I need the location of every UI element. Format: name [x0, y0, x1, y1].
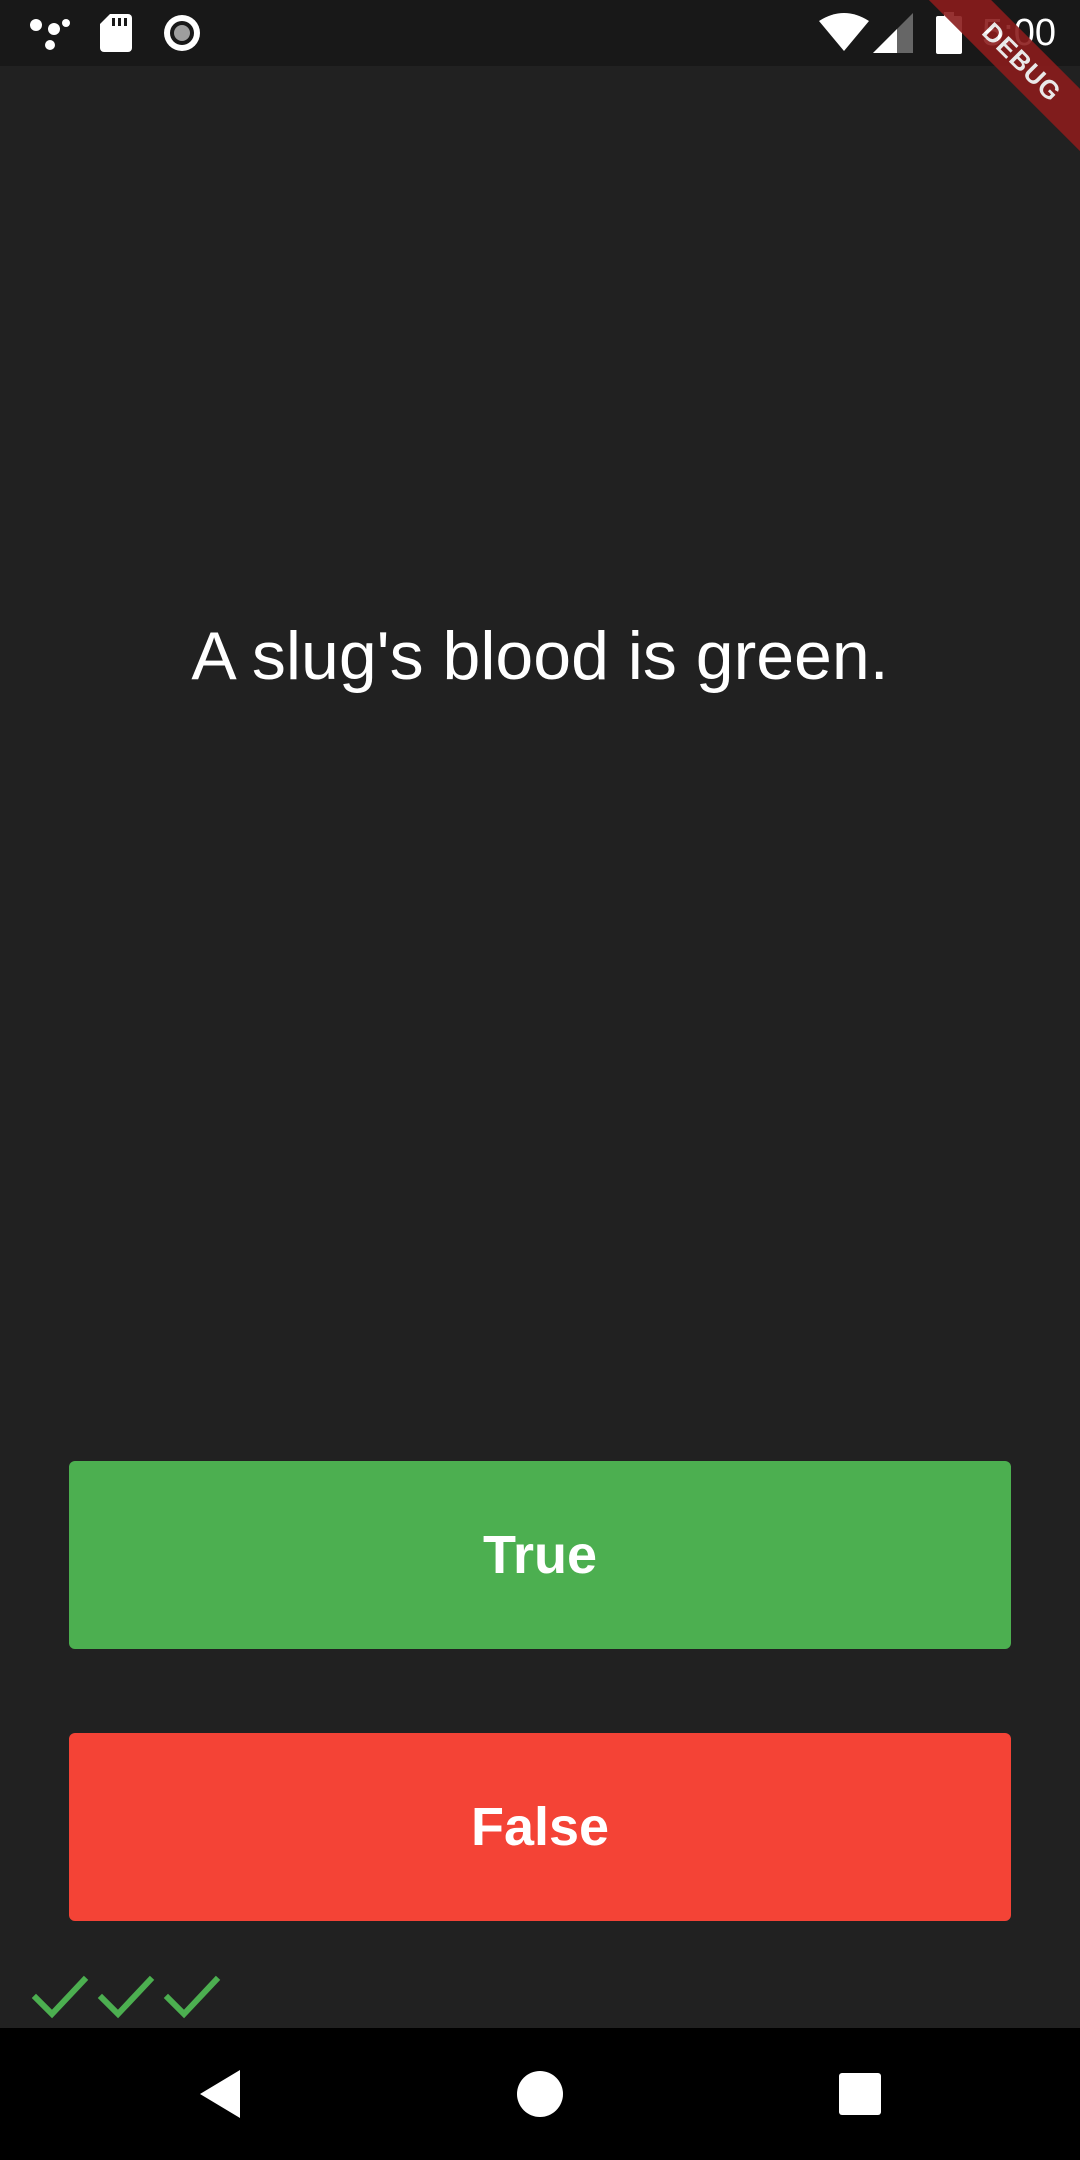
- back-icon[interactable]: [180, 2054, 260, 2134]
- score-keeper: [30, 1968, 222, 2024]
- status-time: 5:00: [982, 12, 1056, 54]
- true-button-label: True: [482, 1525, 598, 1585]
- wifi-icon: [818, 0, 870, 66]
- home-icon[interactable]: [500, 2054, 580, 2134]
- question-area: A slug's blood is green.: [0, 66, 1080, 1416]
- navigation-bar: [0, 2028, 1080, 2160]
- true-button[interactable]: True: [69, 1461, 1011, 1649]
- question-text: A slug's blood is green.: [191, 618, 889, 694]
- check-icon: [97, 1975, 155, 2019]
- false-button-label: False: [470, 1797, 610, 1857]
- assistant-dots-icon: [26, 0, 74, 66]
- status-bar: 5:00: [0, 0, 1080, 66]
- record-icon: [160, 0, 204, 66]
- cell-signal-icon: [872, 0, 914, 66]
- check-icon: [31, 1975, 89, 2019]
- battery-icon: [934, 0, 964, 66]
- recents-icon[interactable]: [820, 2054, 900, 2134]
- screen: 5:00 DEBUG A slug's blood is green. True…: [0, 0, 1080, 2160]
- sd-card-icon: [98, 0, 134, 66]
- check-icon: [163, 1975, 221, 2019]
- false-button[interactable]: False: [69, 1733, 1011, 1921]
